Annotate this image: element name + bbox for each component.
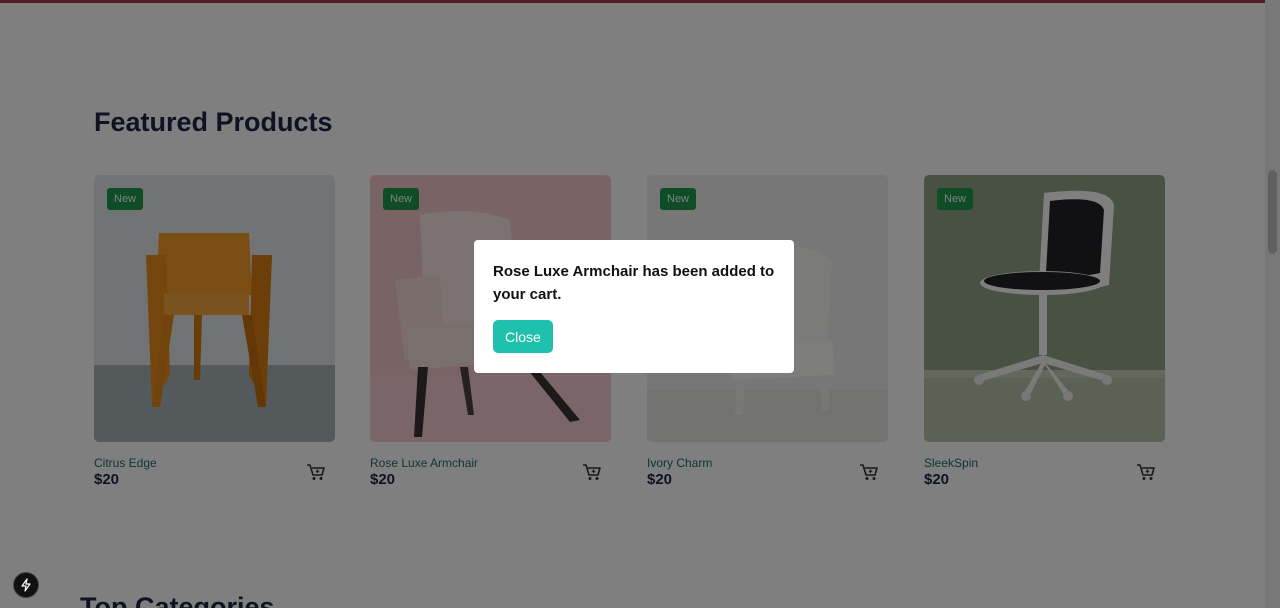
dialog-message: Rose Luxe Armchair has been added to you…: [493, 263, 775, 303]
close-button[interactable]: Close: [493, 320, 553, 353]
lightning-icon[interactable]: [13, 572, 39, 598]
page: Featured Products New Citrus Edge $20: [0, 0, 1280, 608]
cart-confirmation-dialog: Rose Luxe Armchair has been added to you…: [474, 240, 794, 373]
